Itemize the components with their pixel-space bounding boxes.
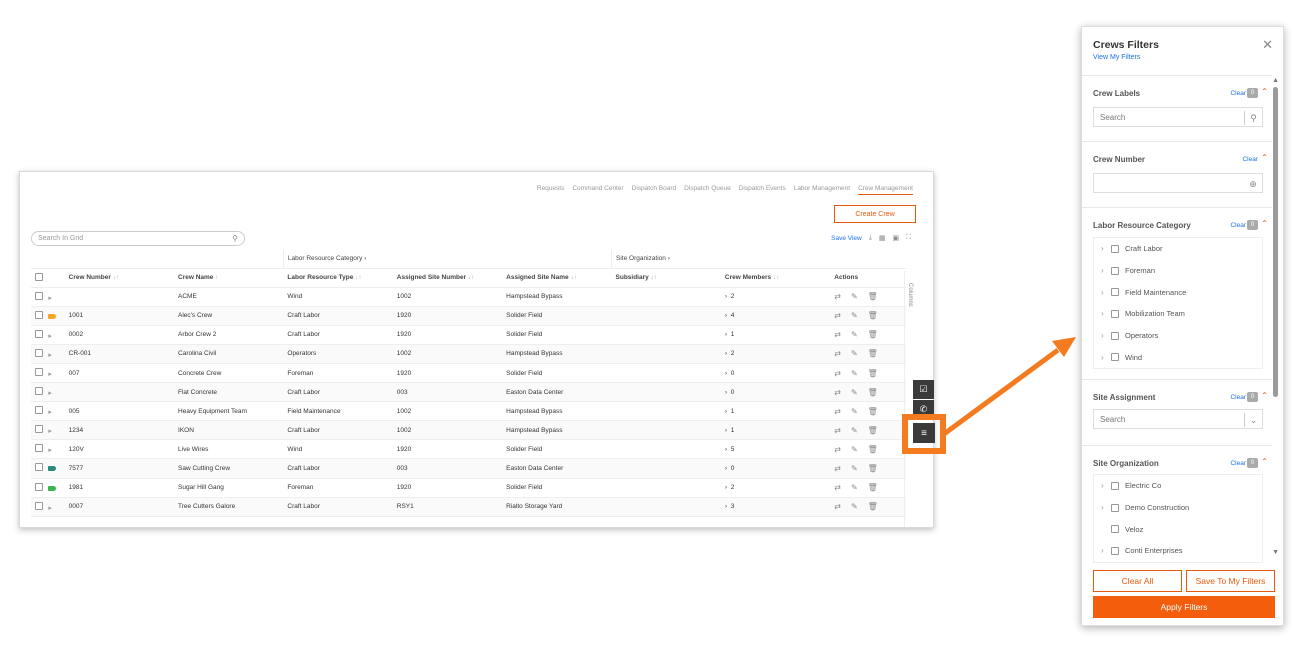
chevron-right-icon[interactable]: ›: [1101, 503, 1111, 512]
tree-checkbox[interactable]: [1111, 244, 1119, 253]
count-badge: 0: [1247, 88, 1258, 98]
crew-number-section: Crew Number Clear ⌃ ⊕: [1082, 141, 1272, 207]
scroll-up-icon[interactable]: ▲: [1272, 77, 1279, 84]
collapse-icon[interactable]: ⌃: [1261, 153, 1268, 162]
chevron-right-icon[interactable]: ›: [1101, 266, 1111, 275]
labor-category-section: Labor Resource Category Clear 0 ⌃ › Craft…: [1082, 207, 1272, 377]
clear-link[interactable]: Clear: [1230, 222, 1246, 229]
crews-filters-panel: Crews Filters View My Filters ✕ ▲ ▼ Crew…: [1081, 26, 1284, 626]
clear-link[interactable]: Clear: [1230, 460, 1246, 467]
section-title: Labor Resource Category: [1093, 221, 1191, 230]
crew-labels-section: Crew Labels Clear 0 ⌃ Search ⚲: [1082, 75, 1272, 141]
count-badge: 0: [1247, 458, 1258, 468]
tree-checkbox[interactable]: [1111, 288, 1119, 297]
crew-labels-search-input[interactable]: Search ⚲: [1093, 107, 1263, 127]
chevron-down-icon: ⌄: [1244, 413, 1262, 427]
tree-checkbox[interactable]: [1111, 309, 1119, 318]
clear-all-button[interactable]: Clear All: [1093, 570, 1182, 592]
close-icon[interactable]: ✕: [1262, 37, 1273, 53]
site-organization-tree: › Electric Co › Demo Construction Veloz › Cont…: [1093, 474, 1263, 563]
tree-checkbox[interactable]: [1111, 266, 1119, 275]
collapse-icon[interactable]: ⌃: [1261, 219, 1268, 228]
collapse-icon[interactable]: ⌃: [1261, 391, 1268, 400]
chevron-right-icon[interactable]: ›: [1101, 353, 1111, 362]
tree-item[interactable]: › Operators: [1094, 325, 1262, 347]
scroll-down-icon[interactable]: ▼: [1272, 549, 1279, 556]
tree-item[interactable]: › Wind: [1094, 346, 1262, 368]
collapse-icon[interactable]: ⌃: [1261, 87, 1268, 96]
site-assignment-section: Site Assignment Clear 0 ⌃ Search ⌄: [1082, 379, 1272, 443]
section-title: Site Assignment: [1093, 393, 1156, 402]
tree-item[interactable]: › Craft Labor: [1094, 238, 1262, 260]
labor-category-tree: › Craft Labor › Foreman › Field Maintenance › M…: [1093, 237, 1263, 370]
clear-link[interactable]: Clear: [1242, 156, 1258, 163]
chevron-right-icon[interactable]: ›: [1101, 288, 1111, 297]
tree-item[interactable]: › Foreman: [1094, 260, 1262, 282]
tree-checkbox[interactable]: [1111, 481, 1119, 490]
tree-item[interactable]: › Mobilization Team: [1094, 303, 1262, 325]
collapse-icon[interactable]: ⌃: [1261, 457, 1268, 466]
panel-scrollbar[interactable]: [1273, 87, 1278, 397]
apply-filters-button[interactable]: Apply Filters: [1093, 596, 1275, 618]
tree-checkbox[interactable]: [1111, 503, 1119, 512]
tree-checkbox[interactable]: [1111, 525, 1119, 534]
view-my-filters-link[interactable]: View My Filters: [1093, 54, 1140, 61]
chevron-right-icon[interactable]: ›: [1101, 309, 1111, 318]
chevron-right-icon[interactable]: ›: [1101, 331, 1111, 340]
section-title: Crew Labels: [1093, 89, 1141, 98]
site-assignment-select[interactable]: Search ⌄: [1093, 409, 1263, 429]
search-icon: ⚲: [1244, 111, 1262, 125]
clear-link[interactable]: Clear: [1230, 394, 1246, 401]
tree-item[interactable]: › Conti Enterprises: [1094, 540, 1262, 562]
tree-item[interactable]: Veloz: [1094, 518, 1262, 540]
tree-item[interactable]: › Demo Construction: [1094, 497, 1262, 519]
tree-checkbox[interactable]: [1111, 353, 1119, 362]
chevron-right-icon[interactable]: ›: [1101, 481, 1111, 490]
site-organization-section: Site Organization Clear 0 ⌃ › Electric Co…: [1082, 445, 1272, 563]
section-title: Site Organization: [1093, 459, 1159, 468]
section-title: Crew Number: [1093, 155, 1146, 164]
tree-checkbox[interactable]: [1111, 546, 1119, 555]
tree-checkbox[interactable]: [1111, 331, 1119, 340]
add-icon[interactable]: ⊕: [1244, 177, 1262, 191]
tree-item[interactable]: › Field Maintenance: [1094, 281, 1262, 303]
clear-link[interactable]: Clear: [1230, 90, 1246, 97]
crew-number-input[interactable]: ⊕: [1093, 173, 1263, 193]
chevron-right-icon[interactable]: ›: [1101, 546, 1111, 555]
tree-item[interactable]: › Electric Co: [1094, 475, 1262, 497]
panel-title: Crews Filters: [1093, 39, 1159, 51]
save-to-my-filters-button[interactable]: Save To My Filters: [1186, 570, 1275, 592]
chevron-right-icon[interactable]: ›: [1101, 244, 1111, 253]
count-badge: 0: [1247, 220, 1258, 230]
count-badge: 0: [1247, 392, 1258, 402]
